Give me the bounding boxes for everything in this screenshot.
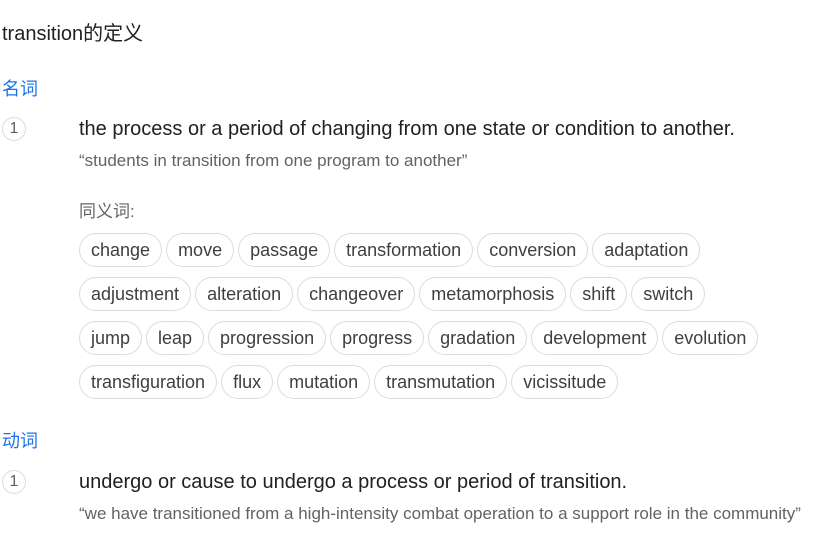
synonym-row: change move passage transformation conve… (79, 233, 824, 267)
synonym-row: adjustment alteration changeover metamor… (79, 277, 824, 311)
synonym-chip[interactable]: development (531, 321, 659, 355)
synonym-chip[interactable]: transformation (334, 233, 474, 267)
synonym-row: jump leap progression progress gradation… (79, 321, 824, 355)
verb-sense-number: 1 (2, 470, 26, 494)
synonym-chips: change move passage transformation conve… (79, 233, 824, 409)
noun-definition: the process or a period of changing from… (79, 118, 735, 140)
noun-pos-label: 名词 (2, 79, 38, 99)
synonym-chip[interactable]: evolution (662, 321, 759, 355)
verb-pos-label: 动词 (2, 431, 38, 451)
synonym-chip[interactable]: change (79, 233, 163, 267)
synonym-chip[interactable]: jump (79, 321, 143, 355)
synonym-chip[interactable]: alteration (195, 277, 294, 311)
synonym-chip[interactable]: transfiguration (79, 365, 218, 399)
synonym-chip[interactable]: progression (208, 321, 327, 355)
synonym-chip[interactable]: mutation (277, 365, 371, 399)
synonym-chip[interactable]: adaptation (592, 233, 701, 267)
synonyms-label: 同义词: (79, 202, 135, 221)
synonym-chip[interactable]: shift (570, 277, 628, 311)
noun-sense-number: 1 (2, 117, 26, 141)
synonym-chip[interactable]: passage (238, 233, 331, 267)
verb-definition: undergo or cause to undergo a process or… (79, 471, 628, 493)
synonym-chip[interactable]: conversion (477, 233, 589, 267)
verb-example: “we have transitioned from a high-intens… (79, 504, 801, 523)
synonym-row: transfiguration flux mutation transmutat… (79, 365, 824, 399)
synonym-chip[interactable]: gradation (428, 321, 528, 355)
synonym-chip[interactable]: adjustment (79, 277, 192, 311)
synonym-chip[interactable]: vicissitude (511, 365, 619, 399)
synonym-chip[interactable]: progress (330, 321, 425, 355)
synonym-chip[interactable]: flux (221, 365, 274, 399)
synonym-chip[interactable]: switch (631, 277, 706, 311)
synonym-chip[interactable]: changeover (297, 277, 416, 311)
page-title: transition的定义 (2, 23, 144, 45)
synonym-chip[interactable]: move (166, 233, 235, 267)
synonym-chip[interactable]: transmutation (374, 365, 508, 399)
synonym-chip[interactable]: leap (146, 321, 205, 355)
noun-example: “students in transition from one program… (79, 151, 468, 170)
synonym-chip[interactable]: metamorphosis (419, 277, 567, 311)
